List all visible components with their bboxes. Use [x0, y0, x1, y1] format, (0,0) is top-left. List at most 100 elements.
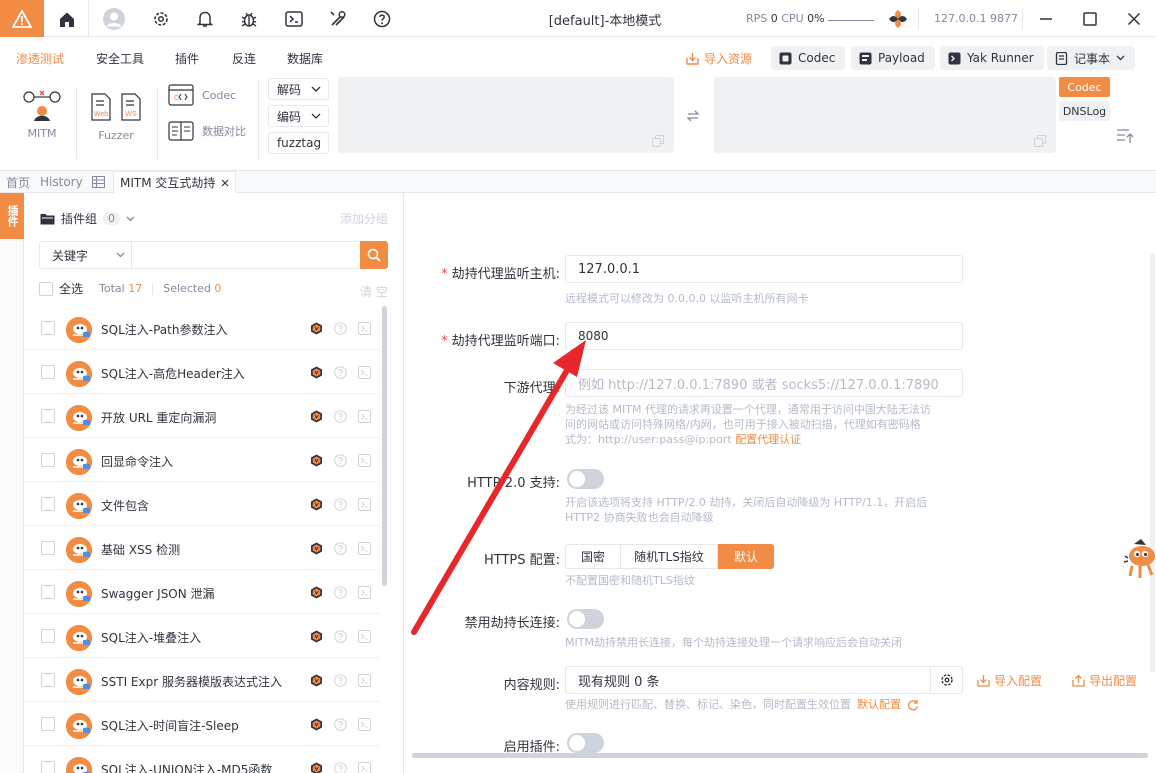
plugin-row[interactable]: SQL注入-UNION注入-MD5函数 — [24, 746, 380, 773]
plugin-checkbox[interactable] — [41, 673, 55, 687]
tab-mitm[interactable]: MITM 交互式劫持 — [113, 171, 237, 193]
terminal-icon[interactable] — [358, 410, 371, 423]
fuzztag-button[interactable]: fuzztag — [268, 132, 329, 154]
home-icon[interactable] — [56, 8, 78, 30]
help-icon[interactable] — [334, 674, 347, 687]
bug-icon[interactable] — [238, 8, 260, 30]
http2-toggle[interactable] — [567, 469, 604, 489]
encode-select[interactable]: 编码 — [268, 105, 329, 127]
copy-icon[interactable] — [1034, 135, 1046, 147]
plugin-row[interactable]: SQL注入-时间盲注-Sleep — [24, 702, 380, 746]
help-icon[interactable] — [334, 542, 347, 555]
help-icon[interactable] — [334, 586, 347, 599]
mitm-tool[interactable]: MITM — [20, 87, 64, 140]
codec-input-area[interactable] — [338, 77, 674, 153]
terminal-icon[interactable] — [358, 762, 371, 773]
add-group-link[interactable]: 添加分组 — [340, 210, 388, 227]
dnslog-tab[interactable]: DNSLog — [1059, 101, 1110, 121]
plugin-row[interactable]: SQL注入-高危Header注入 — [24, 350, 380, 394]
terminal-icon[interactable] — [358, 718, 371, 731]
form-horizontal-scrollbar[interactable] — [412, 753, 1148, 758]
swap-icon[interactable] — [686, 109, 700, 123]
minimize-icon[interactable] — [1035, 8, 1057, 30]
terminal-icon[interactable] — [358, 542, 371, 555]
plugin-list-scrollbar[interactable] — [382, 306, 387, 586]
default-config-link[interactable]: 默认配置 — [857, 697, 901, 712]
plugin-row[interactable]: 基础 XSS 检测 — [24, 526, 380, 570]
plugin-row[interactable]: SSTI Expr 服务器模版表达式注入 — [24, 658, 380, 702]
plugin-row[interactable]: 文件包含 — [24, 482, 380, 526]
plugin-checkbox[interactable] — [41, 497, 55, 511]
plugin-group-header[interactable]: 插件组 0 — [40, 210, 135, 227]
menu-reverse[interactable]: 反连 — [232, 50, 256, 67]
clear-selection-button[interactable]: 清 空 — [360, 283, 388, 300]
select-all-checkbox[interactable] — [39, 281, 53, 296]
gear-icon[interactable] — [150, 8, 172, 30]
keepalive-toggle[interactable] — [567, 609, 604, 629]
search-input[interactable] — [132, 242, 387, 268]
plugin-row[interactable]: SQL注入-堆叠注入 — [24, 614, 380, 658]
help-icon[interactable] — [371, 8, 393, 30]
https-option-gm[interactable]: 国密 — [565, 544, 621, 569]
codec-tool[interactable]: C Codec — [168, 83, 236, 107]
tab-grid-icon[interactable] — [86, 171, 111, 193]
terminal-icon[interactable] — [283, 8, 305, 30]
terminal-icon[interactable] — [358, 366, 371, 379]
plugin-checkbox[interactable] — [41, 321, 55, 335]
help-icon[interactable] — [334, 322, 347, 335]
terminal-icon[interactable] — [358, 630, 371, 643]
menu-database[interactable]: 数据库 — [287, 50, 323, 67]
import-resources-button[interactable]: 导入资源 — [686, 50, 752, 67]
export-config-button[interactable]: 导出配置 — [1072, 672, 1137, 689]
close-tab-icon[interactable] — [221, 179, 229, 187]
close-icon[interactable] — [1123, 8, 1145, 30]
terminal-icon[interactable] — [358, 674, 371, 687]
plugin-row[interactable]: SQL注入-Path参数注入 — [24, 306, 380, 350]
form-vertical-scrollbar[interactable] — [1150, 253, 1155, 673]
user-avatar-icon[interactable] — [103, 8, 125, 30]
plugin-row[interactable]: 回显命令注入 — [24, 438, 380, 482]
help-icon[interactable] — [334, 366, 347, 379]
menu-security-tools[interactable]: 安全工具 — [96, 50, 144, 67]
help-icon[interactable] — [334, 718, 347, 731]
terminal-icon[interactable] — [358, 322, 371, 335]
keyword-select[interactable]: 关键字 — [40, 242, 132, 268]
rules-gear-icon[interactable] — [930, 667, 962, 693]
data-compare-tool[interactable]: 数据对比 — [168, 119, 246, 143]
collapse-toolbar-icon[interactable] — [1116, 128, 1134, 144]
bell-icon[interactable] — [194, 8, 216, 30]
plugin-checkbox[interactable] — [41, 761, 55, 773]
mascot-icon[interactable] — [1124, 536, 1156, 580]
plugin-checkbox[interactable] — [41, 541, 55, 555]
downstream-proxy-input[interactable]: 例如 http://127.0.0.1:7890 或者 socks5://127… — [565, 369, 963, 397]
proxy-auth-link[interactable]: 配置代理认证 — [735, 433, 801, 446]
yak-runner-button[interactable]: Yak Runner — [940, 46, 1044, 70]
engine-status-icon[interactable] — [887, 8, 909, 30]
decode-select[interactable]: 解码 — [268, 78, 329, 100]
payload-button[interactable]: Payload — [851, 46, 935, 70]
https-option-default[interactable]: 默认 — [718, 544, 774, 569]
fuzzer-tool[interactable]: Web WS Fuzzer — [84, 93, 148, 142]
host-input[interactable]: 127.0.0.1 — [565, 255, 963, 283]
codec-output-area[interactable] — [714, 77, 1056, 153]
plugins-side-tab[interactable]: 插件 — [0, 193, 24, 239]
maximize-icon[interactable] — [1079, 8, 1101, 30]
help-icon[interactable] — [334, 410, 347, 423]
plugin-checkbox[interactable] — [41, 717, 55, 731]
help-icon[interactable] — [334, 762, 347, 773]
plugin-checkbox[interactable] — [41, 629, 55, 643]
plugin-checkbox[interactable] — [41, 585, 55, 599]
copy-icon[interactable] — [652, 135, 664, 147]
reset-icon[interactable] — [907, 699, 919, 711]
enable-plugins-toggle[interactable] — [567, 733, 604, 753]
plugin-checkbox[interactable] — [41, 409, 55, 423]
port-input[interactable]: 8080 — [565, 322, 963, 350]
tab-history[interactable]: History — [34, 171, 89, 193]
search-button[interactable] — [360, 241, 388, 269]
menu-pentest[interactable]: 渗透测试 — [16, 50, 64, 67]
https-option-random-tls[interactable]: 随机TLS指纹 — [621, 544, 718, 569]
codec-tab[interactable]: Codec — [1059, 77, 1110, 97]
terminal-icon[interactable] — [358, 586, 371, 599]
help-icon[interactable] — [334, 498, 347, 511]
plugin-row[interactable]: 开放 URL 重定向漏洞 — [24, 394, 380, 438]
